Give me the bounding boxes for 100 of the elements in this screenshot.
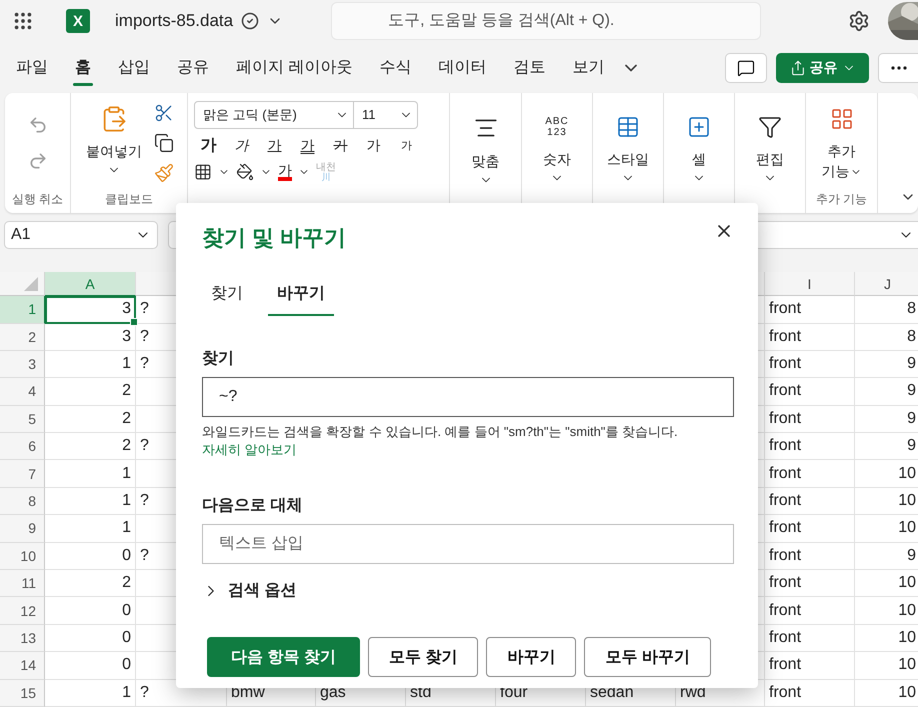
- settings-icon[interactable]: [848, 10, 870, 32]
- table-cell[interactable]: 9: [855, 378, 918, 406]
- table-cell[interactable]: 10: [855, 570, 918, 598]
- row-header[interactable]: 6: [0, 433, 45, 460]
- paste-button[interactable]: 붙여넣기: [84, 100, 144, 181]
- ribbon-command[interactable]: 편집: [754, 100, 786, 189]
- table-cell[interactable]: 10: [855, 652, 918, 680]
- table-cell[interactable]: 1: [45, 680, 136, 707]
- share-button[interactable]: 공유: [776, 52, 869, 83]
- table-cell[interactable]: front: [765, 570, 855, 598]
- table-cell[interactable]: 10: [855, 460, 918, 488]
- double-underline-button[interactable]: 가: [293, 132, 322, 159]
- add-ins-button[interactable]: 추가 기능: [820, 100, 864, 185]
- replace-input[interactable]: 텍스트 삽입: [202, 524, 734, 564]
- scissors-icon[interactable]: [154, 102, 174, 123]
- menu-tab[interactable]: 검토: [503, 48, 556, 88]
- menu-tab[interactable]: 보기: [562, 48, 614, 88]
- italic-button[interactable]: 가: [227, 132, 256, 159]
- ribbon-command[interactable]: 셀: [685, 100, 713, 189]
- menu-tab[interactable]: 홈: [65, 48, 101, 88]
- shrink-button[interactable]: 가: [392, 132, 421, 159]
- dialog-button[interactable]: 다음 항목 찾기: [207, 637, 360, 677]
- table-cell[interactable]: 1: [45, 488, 136, 516]
- grid-icon[interactable]: [830, 106, 854, 131]
- table-cell[interactable]: 8: [855, 296, 918, 324]
- grow-button[interactable]: 가: [359, 132, 388, 159]
- find-input[interactable]: ~?: [202, 377, 734, 417]
- bold-button[interactable]: 가: [194, 132, 223, 159]
- column-header[interactable]: J: [855, 272, 918, 296]
- row-header[interactable]: 3: [0, 350, 45, 378]
- row-header[interactable]: 5: [0, 406, 45, 434]
- dialog-button[interactable]: 바꾸기: [486, 637, 576, 677]
- table-cell[interactable]: 2: [45, 433, 136, 460]
- table-cell[interactable]: 0: [45, 597, 136, 625]
- column-header[interactable]: I: [765, 272, 855, 296]
- row-header[interactable]: 14: [0, 652, 45, 680]
- table-cell[interactable]: front: [765, 597, 855, 625]
- table-cell[interactable]: front: [765, 350, 855, 378]
- table-cell[interactable]: front: [765, 433, 855, 460]
- column-header[interactable]: A: [45, 272, 136, 296]
- table-cell[interactable]: 0: [45, 624, 136, 652]
- fill-handle[interactable]: [130, 318, 138, 326]
- table-cell[interactable]: 9: [855, 433, 918, 460]
- table-cell[interactable]: front: [765, 324, 855, 351]
- table-cell[interactable]: 10: [855, 624, 918, 652]
- menu-tab[interactable]: 데이터: [428, 48, 496, 88]
- borders-icon[interactable]: [194, 163, 212, 182]
- row-header[interactable]: 13: [0, 624, 45, 652]
- row-header[interactable]: 12: [0, 597, 45, 625]
- dialog-tab[interactable]: 바꾸기: [268, 273, 334, 316]
- table-cell[interactable]: front: [765, 515, 855, 543]
- row-header[interactable]: 9: [0, 515, 45, 543]
- table-cell[interactable]: front: [765, 652, 855, 680]
- menu-tab[interactable]: 파일: [6, 48, 58, 88]
- copy-icon[interactable]: [154, 132, 174, 153]
- learn-more-link[interactable]: 자세히 알아보기: [202, 442, 297, 457]
- filter-icon[interactable]: [758, 114, 782, 139]
- row-header[interactable]: 11: [0, 570, 45, 598]
- comment-button[interactable]: [725, 52, 767, 83]
- underline-button[interactable]: 가: [260, 132, 289, 159]
- strike-button[interactable]: 가: [326, 132, 355, 159]
- table-cell[interactable]: 9: [855, 406, 918, 434]
- menu-tab[interactable]: 삽입: [108, 48, 160, 88]
- table-cell[interactable]: 10: [855, 488, 918, 516]
- menu-tab[interactable]: 페이지 레이아웃: [226, 48, 362, 88]
- table-cell[interactable]: front: [765, 624, 855, 652]
- table-cell[interactable]: 3: [45, 324, 136, 351]
- table-cell[interactable]: 1: [45, 460, 136, 488]
- table-cell[interactable]: 0: [45, 652, 136, 680]
- row-header[interactable]: 10: [0, 542, 45, 570]
- row-header[interactable]: 15: [0, 680, 45, 707]
- row-header[interactable]: 8: [0, 488, 45, 516]
- table-cell[interactable]: 10: [855, 597, 918, 625]
- dialog-tab[interactable]: 찾기: [202, 273, 252, 316]
- dialog-button[interactable]: 모두 바꾸기: [584, 637, 711, 677]
- table-cell[interactable]: 2: [45, 378, 136, 406]
- table-cell[interactable]: 1: [45, 350, 136, 378]
- table-cell[interactable]: front: [765, 460, 855, 488]
- table-cell[interactable]: 10: [855, 680, 918, 707]
- font-name-select[interactable]: 맑은 고딕 (본문): [194, 100, 354, 129]
- selected-cell[interactable]: 3: [45, 296, 136, 324]
- font-size-select[interactable]: 11: [354, 100, 418, 129]
- search-options-toggle[interactable]: 검색 옵션: [202, 580, 296, 601]
- ribbon-command[interactable]: ABC 123 숫자: [541, 100, 573, 189]
- table-cell[interactable]: 1: [45, 515, 136, 543]
- dialog-button[interactable]: 모두 찾기: [368, 637, 478, 677]
- table-cell[interactable]: 9: [855, 542, 918, 570]
- row-header[interactable]: 1: [0, 296, 45, 324]
- table-cell[interactable]: front: [765, 378, 855, 406]
- row-header[interactable]: 2: [0, 324, 45, 351]
- ribbon-command[interactable]: 맞춤: [470, 100, 502, 191]
- table-cell[interactable]: front: [765, 488, 855, 516]
- table-cell[interactable]: 9: [855, 350, 918, 378]
- table-style-icon[interactable]: [616, 114, 640, 139]
- table-cell[interactable]: 8: [855, 324, 918, 351]
- table-cell[interactable]: 0: [45, 542, 136, 570]
- row-header[interactable]: 4: [0, 378, 45, 406]
- search-field[interactable]: 도구, 도움말 등을 검색(Alt + Q).: [331, 2, 762, 40]
- menu-tab[interactable]: 수식: [369, 48, 422, 88]
- cell-insert-icon[interactable]: [687, 114, 711, 139]
